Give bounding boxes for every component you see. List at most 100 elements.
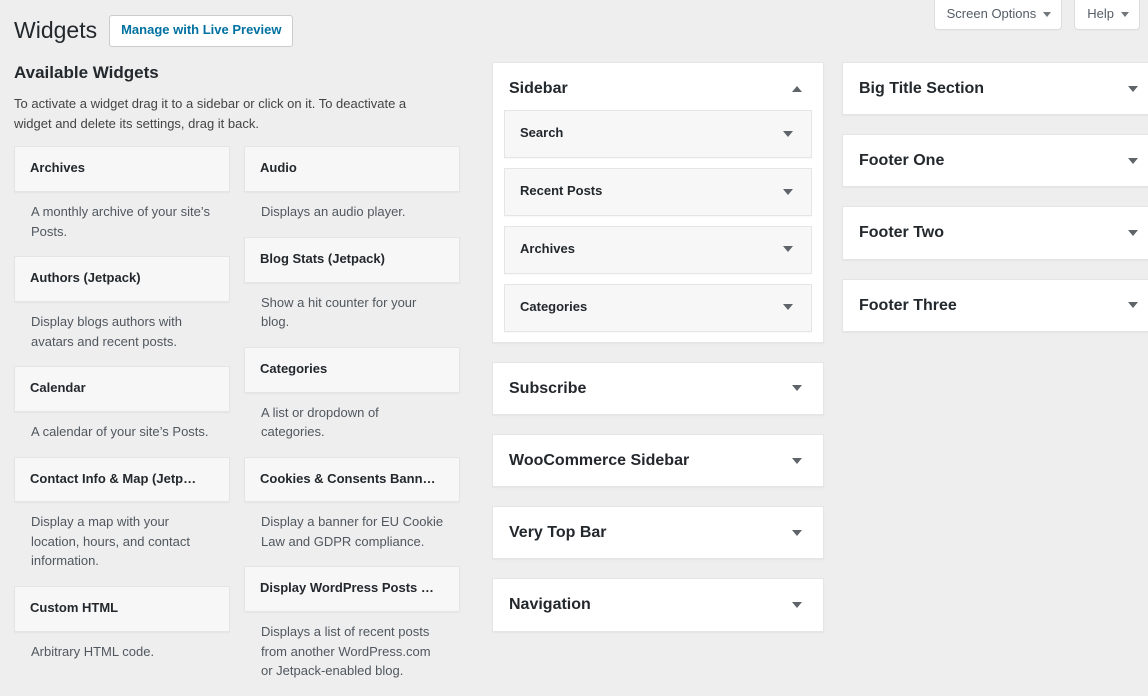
sidebar-panel-title: Subscribe [509, 379, 586, 398]
available-widget-title: Authors (Jetpack) [30, 270, 214, 287]
sidebar-panel-header[interactable]: Footer Three [843, 280, 1148, 331]
available-widget-title: Contact Info & Map (Jetp… [30, 471, 214, 488]
available-widget-description: Display blogs authors with avatars and r… [14, 302, 230, 364]
sidebar-panel-title: Navigation [509, 595, 591, 614]
available-widget-title: Cookies & Consents Bann… [260, 471, 444, 488]
available-widget-card[interactable]: Archives A monthly archive of your site’s… [14, 146, 230, 254]
available-widget-title: Audio [260, 160, 444, 177]
sidebars-column-two: Big Title Section Footer One Footer Two Foo… [842, 62, 1148, 351]
available-widget-title: Display WordPress Posts … [260, 580, 444, 597]
available-widgets-grid: Archives A monthly archive of your site’s… [14, 146, 460, 695]
sidebar-panel-header[interactable]: Footer One [843, 135, 1148, 186]
sidebar-widget[interactable]: Search [504, 110, 812, 158]
sidebar-panel: WooCommerce Sidebar [492, 434, 824, 487]
sidebar-widget[interactable]: Categories [504, 284, 812, 332]
available-widget-description: Displays an audio player. [244, 192, 460, 235]
sidebar-panel-widgets: Search Recent Posts Archives Categories [493, 110, 823, 332]
chevron-down-icon[interactable] [1125, 225, 1141, 241]
chevron-down-icon[interactable] [789, 453, 805, 469]
chevron-down-icon[interactable] [1125, 81, 1141, 97]
screen-options-label: Screen Options [947, 5, 1037, 23]
available-widget-handle[interactable]: Categories [244, 347, 460, 393]
available-widget-handle[interactable]: Blog Stats (Jetpack) [244, 237, 460, 283]
sidebar-panel-title: Very Top Bar [509, 523, 607, 542]
available-widget-title: Categories [260, 361, 444, 378]
available-widget-description: Show a hit counter for your blog. [244, 283, 460, 345]
sidebar-panel-header[interactable]: Big Title Section [843, 63, 1148, 114]
available-widget-card[interactable]: Blog Stats (Jetpack) Show a hit counter f… [244, 237, 460, 345]
available-widget-description: A calendar of your site’s Posts. [14, 412, 230, 455]
sidebar-panel-header[interactable]: Navigation [493, 579, 823, 630]
available-widget-description: A monthly archive of your site’s Posts. [14, 192, 230, 254]
chevron-down-icon[interactable] [780, 241, 796, 257]
widgets-page: Widgets Manage with Live Preview Availab… [0, 0, 1148, 696]
available-widget-handle[interactable]: Contact Info & Map (Jetp… [14, 457, 230, 503]
sidebar-widget-title: Categories [520, 299, 587, 316]
available-widgets-title: Available Widgets [14, 62, 460, 84]
available-widget-description: Display a map with your location, hours,… [14, 502, 230, 584]
available-widgets-section: Available Widgets To activate a widget d… [14, 62, 470, 696]
chevron-up-icon[interactable] [789, 81, 805, 97]
available-widget-description: Displays a list of recent posts from ano… [244, 612, 460, 694]
sidebar-panel: Very Top Bar [492, 506, 824, 559]
sidebar-panel-header[interactable]: Subscribe [493, 363, 823, 414]
sidebar-panel: Sidebar Search Recent Posts Archives Categor… [492, 62, 824, 343]
available-widget-title: Blog Stats (Jetpack) [260, 251, 444, 268]
sidebar-widget-title: Search [520, 125, 563, 142]
available-widget-card[interactable]: Display WordPress Posts … Displays a list… [244, 566, 460, 693]
manage-with-live-preview-button[interactable]: Manage with Live Preview [109, 15, 293, 46]
sidebar-panel-header[interactable]: Sidebar [493, 63, 823, 110]
available-widget-handle[interactable]: Authors (Jetpack) [14, 256, 230, 302]
sidebar-widget-title: Archives [520, 241, 575, 258]
available-widget-handle[interactable]: Archives [14, 146, 230, 192]
available-widget-card[interactable]: Audio Displays an audio player. [244, 146, 460, 234]
available-widget-card[interactable]: Calendar A calendar of your site’s Posts. [14, 366, 230, 454]
chevron-down-icon [1043, 12, 1051, 17]
chevron-down-icon[interactable] [1125, 153, 1141, 169]
sidebar-panel: Footer One [842, 134, 1148, 187]
chevron-down-icon[interactable] [789, 525, 805, 541]
available-widget-title: Custom HTML [30, 600, 214, 617]
available-widget-title: Archives [30, 160, 214, 177]
sidebar-panel-header[interactable]: WooCommerce Sidebar [493, 435, 823, 486]
page-title: Widgets [14, 16, 97, 46]
available-widget-card[interactable]: Contact Info & Map (Jetp… Display a map w… [14, 457, 230, 584]
sidebar-panel-title: Footer One [859, 151, 944, 170]
available-widget-handle[interactable]: Custom HTML [14, 586, 230, 632]
chevron-down-icon[interactable] [789, 380, 805, 396]
sidebar-widget-title: Recent Posts [520, 183, 602, 200]
chevron-down-icon[interactable] [780, 184, 796, 200]
chevron-down-icon[interactable] [1125, 297, 1141, 313]
available-widget-handle[interactable]: Audio [244, 146, 460, 192]
available-widget-handle[interactable]: Display WordPress Posts … [244, 566, 460, 612]
chevron-down-icon [1121, 12, 1129, 17]
available-widget-title: Calendar [30, 380, 214, 397]
sidebar-panel-title: WooCommerce Sidebar [509, 451, 689, 470]
help-button[interactable]: Help [1074, 0, 1140, 30]
screen-options-button[interactable]: Screen Options [934, 0, 1063, 30]
available-widget-card[interactable]: Categories A list or dropdown of categori… [244, 347, 460, 455]
sidebar-panel-header[interactable]: Footer Two [843, 207, 1148, 258]
chevron-down-icon[interactable] [789, 597, 805, 613]
sidebar-panel: Subscribe [492, 362, 824, 415]
available-widget-handle[interactable]: Cookies & Consents Bann… [244, 457, 460, 503]
available-widget-handle[interactable]: Calendar [14, 366, 230, 412]
available-widget-description: A list or dropdown of categories. [244, 393, 460, 455]
available-widgets-left-column: Archives A monthly archive of your site’s… [14, 146, 237, 695]
sidebar-panel-title: Sidebar [509, 79, 568, 98]
available-widgets-description: To activate a widget drag it to a sideba… [14, 94, 446, 134]
sidebar-panel-header[interactable]: Very Top Bar [493, 507, 823, 558]
sidebar-widget[interactable]: Recent Posts [504, 168, 812, 216]
help-label: Help [1087, 5, 1114, 23]
sidebar-widget[interactable]: Archives [504, 226, 812, 274]
sidebar-panel: Footer Two [842, 206, 1148, 259]
chevron-down-icon[interactable] [780, 126, 796, 142]
sidebar-panel: Big Title Section [842, 62, 1148, 115]
available-widget-card[interactable]: Custom HTMLArbitrary HTML code. [14, 586, 230, 674]
available-widget-card[interactable]: Authors (Jetpack) Display blogs authors w… [14, 256, 230, 364]
screen-meta-links: Screen Options Help [934, 0, 1140, 30]
sidebar-panel-title: Footer Two [859, 223, 944, 242]
widgets-columns: Available Widgets To activate a widget d… [14, 62, 1140, 696]
chevron-down-icon[interactable] [780, 299, 796, 315]
available-widget-card[interactable]: Cookies & Consents Bann…Display a banner… [244, 457, 460, 565]
